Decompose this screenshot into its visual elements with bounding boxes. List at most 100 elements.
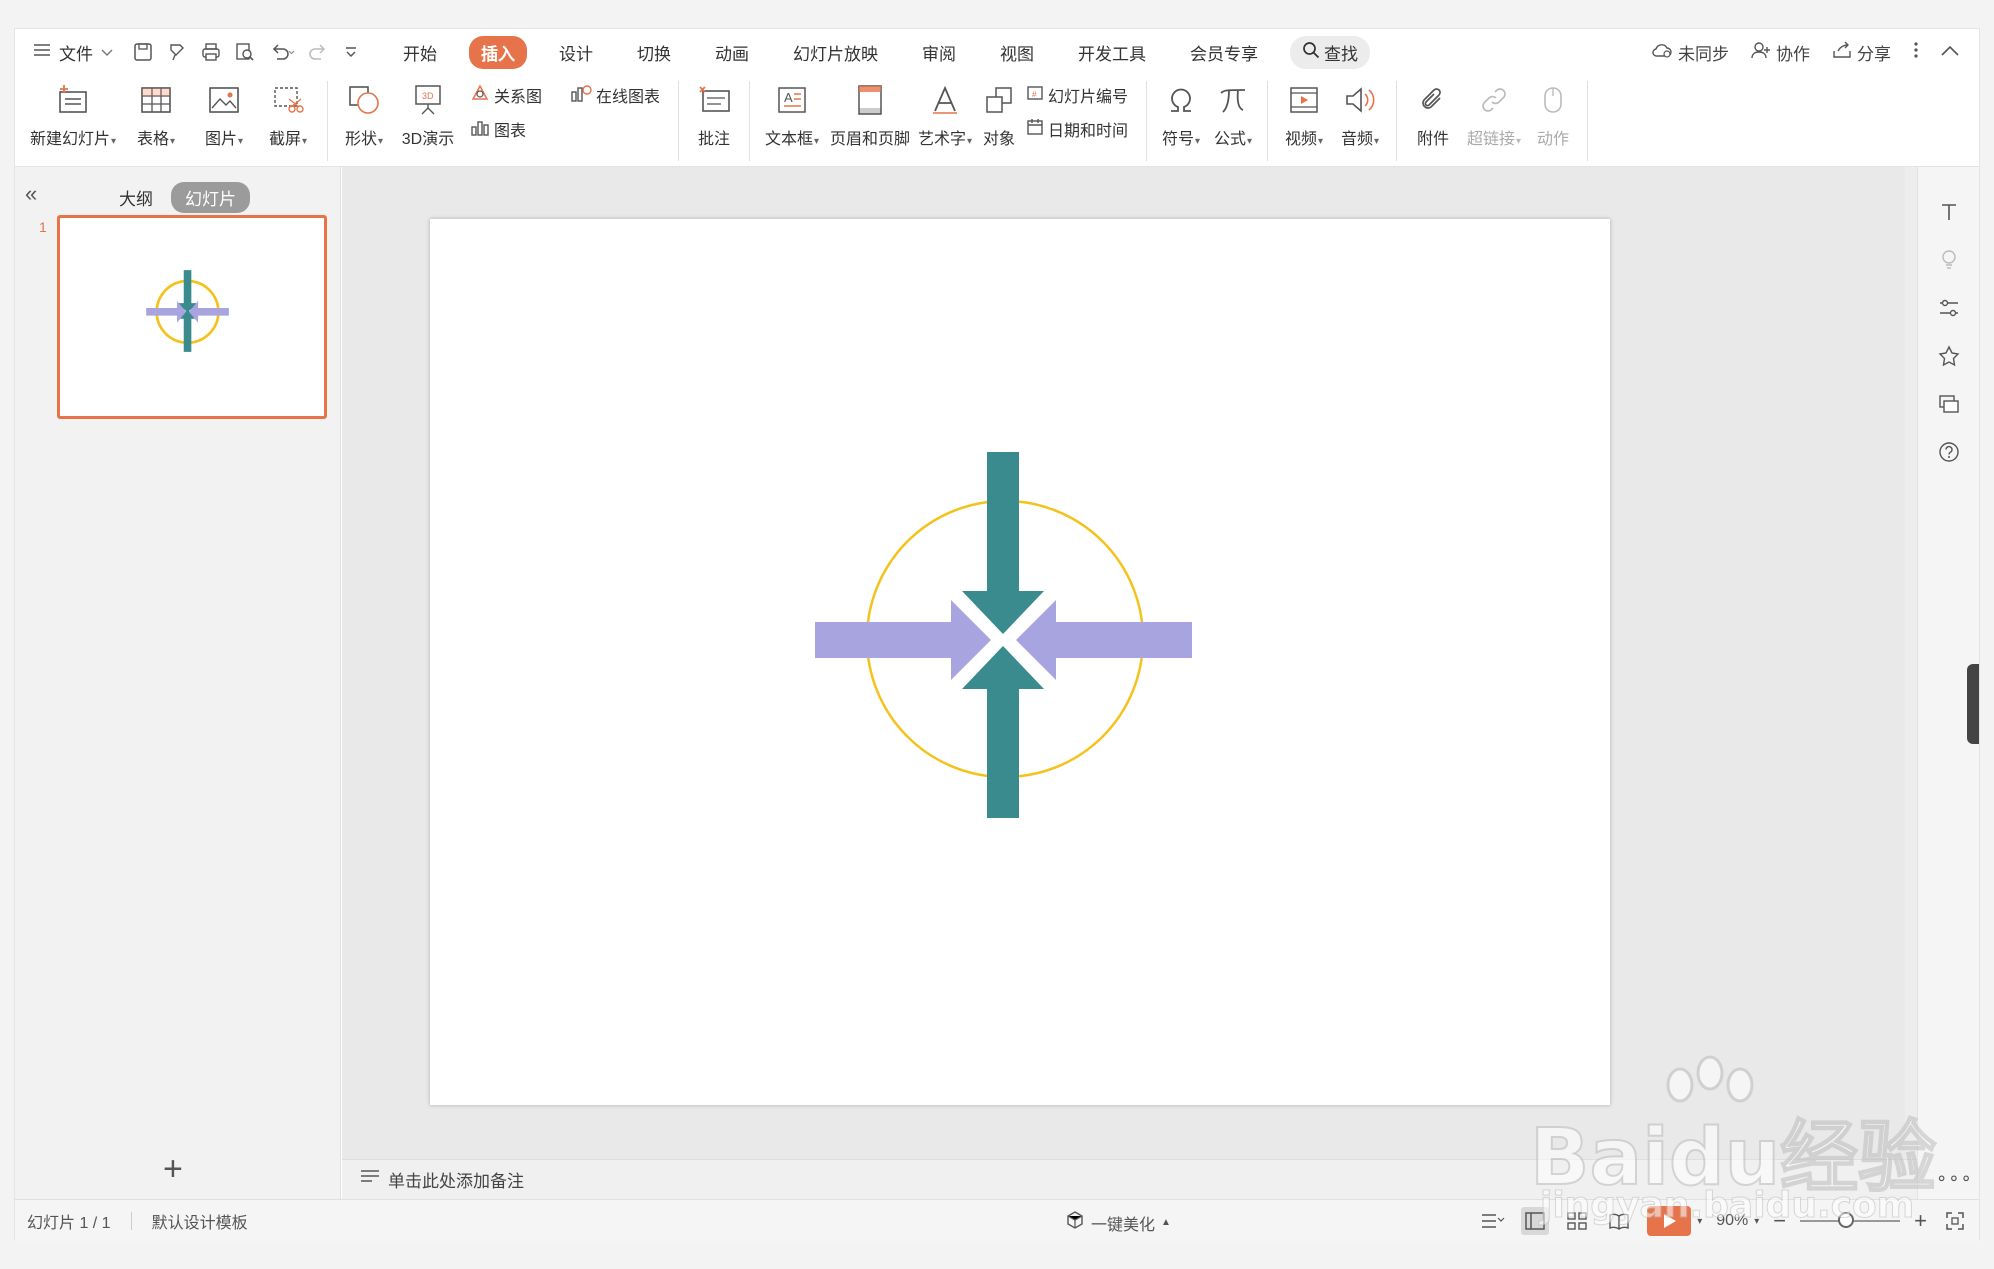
slide-sorter-view-icon[interactable] — [1563, 1207, 1591, 1235]
add-slide-icon[interactable]: + — [163, 1152, 183, 1186]
animation-star-icon[interactable] — [1936, 343, 1962, 369]
formula-button[interactable]: 公式▾ — [1207, 75, 1259, 167]
screenshot-button[interactable]: 截屏▾ — [257, 75, 319, 167]
online-chart-button[interactable]: 在线图表 — [570, 83, 670, 107]
tab-transitions[interactable]: 切换 — [625, 36, 683, 69]
ribbon-divider — [1267, 81, 1268, 161]
object-icon — [979, 81, 1019, 119]
relation-diagram-button[interactable]: 关系图 — [470, 83, 570, 107]
more-horizontal-icon[interactable]: ∘∘∘ — [1936, 1168, 1973, 1189]
diagram-group: 关系图 图表 — [470, 75, 570, 167]
audio-button[interactable]: 音频▾ — [1332, 75, 1388, 167]
wordart-button[interactable]: 艺术字▾ — [914, 75, 976, 167]
notes-icon — [360, 1169, 380, 1190]
screenshot-label: 截屏 — [268, 131, 301, 148]
fit-to-window-icon[interactable] — [1941, 1207, 1969, 1235]
zoom-slider[interactable] — [1800, 1212, 1901, 1228]
panel-header: « 大纲 幻灯片 — [15, 177, 340, 213]
format-painter-icon[interactable] — [167, 42, 187, 62]
tab-slideshow[interactable]: 幻灯片放映 — [781, 36, 890, 69]
zoom-in-icon[interactable]: + — [1914, 1208, 1927, 1234]
datetime-button[interactable]: 日期和时间 — [1026, 117, 1138, 141]
tab-insert[interactable]: 插入 — [469, 35, 527, 69]
chart-button[interactable]: 图表 — [470, 117, 570, 141]
action-button[interactable]: 动作 — [1527, 75, 1579, 167]
attachment-button[interactable]: 附件 — [1405, 75, 1461, 167]
normal-view-icon[interactable] — [1521, 1207, 1550, 1235]
tab-member[interactable]: 会员专享 — [1178, 36, 1270, 69]
zoom-level[interactable]: 90% — [1716, 1212, 1748, 1230]
calendar-icon — [1026, 118, 1044, 141]
textbox-button[interactable]: A 文本框▾ — [758, 75, 826, 167]
status-bar: 幻灯片 1 / 1 默认设计模板 一键美化 ▲ ▾ 90% ▾ − + — [15, 1199, 1979, 1241]
play-options-caret-icon[interactable]: ▾ — [1697, 1216, 1702, 1227]
text-format-icon[interactable] — [1936, 199, 1962, 225]
ribbon-divider — [678, 81, 679, 161]
3d-demo-label: 3D演示 — [401, 131, 455, 148]
tab-design[interactable]: 设计 — [547, 36, 605, 69]
help-icon[interactable] — [1936, 439, 1962, 465]
arrow-left-shape[interactable] — [1016, 600, 1192, 680]
share-icon — [1832, 41, 1852, 64]
tab-developer[interactable]: 开发工具 — [1066, 36, 1158, 69]
zoom-slider-knob[interactable] — [1838, 1212, 1855, 1228]
comment-button[interactable]: 批注 — [687, 75, 741, 167]
search-button[interactable]: 查找 — [1290, 35, 1370, 69]
print-preview-icon[interactable] — [235, 42, 255, 62]
tab-outline[interactable]: 大纲 — [119, 185, 153, 210]
hyperlink-button[interactable]: 超链接▾ — [1461, 75, 1527, 167]
shape-button[interactable]: 形状▾ — [336, 75, 392, 167]
share-button[interactable]: 分享 — [1832, 40, 1891, 65]
tab-home[interactable]: 开始 — [391, 36, 449, 69]
formula-label: 公式 — [1213, 131, 1246, 148]
zoom-out-icon[interactable]: − — [1773, 1208, 1786, 1234]
shape-icon — [344, 81, 384, 119]
template-status[interactable]: 默认设计模板 — [152, 1209, 248, 1233]
redo-icon[interactable] — [309, 42, 329, 62]
tab-review[interactable]: 审阅 — [910, 36, 968, 69]
zoom-level-caret-icon[interactable]: ▾ — [1754, 1216, 1759, 1227]
arrow-right-shape[interactable] — [815, 600, 991, 680]
tab-view[interactable]: 视图 — [988, 36, 1046, 69]
picture-icon — [204, 81, 244, 119]
save-icon[interactable] — [133, 42, 153, 62]
quick-access-toolbar — [133, 42, 359, 62]
print-icon[interactable] — [201, 42, 221, 62]
collaborate-button[interactable]: 协作 — [1751, 40, 1810, 65]
customize-toolbar-icon[interactable] — [343, 44, 359, 60]
one-click-beautify-button[interactable]: 一键美化 ▲ — [1065, 1210, 1171, 1235]
slide-transition-icon[interactable] — [1936, 391, 1962, 417]
lightbulb-icon[interactable] — [1936, 247, 1962, 273]
table-button[interactable]: 表格▾ — [121, 75, 191, 167]
notes-toggle-icon[interactable] — [1479, 1207, 1507, 1235]
header-footer-button[interactable]: 页眉和页脚 — [826, 75, 914, 167]
picture-button[interactable]: 图片▾ — [191, 75, 257, 167]
reading-view-icon[interactable] — [1605, 1207, 1633, 1235]
slide-thumbnail[interactable] — [57, 215, 327, 419]
undo-icon[interactable] — [269, 42, 295, 62]
more-vertical-icon[interactable] — [1913, 41, 1919, 64]
slide-number-button[interactable]: # 幻灯片编号 — [1026, 83, 1138, 107]
notes-input[interactable]: 单击此处添加备注 — [342, 1159, 1919, 1199]
play-slideshow-button[interactable] — [1647, 1206, 1692, 1236]
arrow-down-shape[interactable] — [962, 452, 1044, 634]
collapse-ribbon-icon[interactable] — [1941, 42, 1959, 62]
file-menu[interactable]: 文件 — [33, 40, 113, 65]
arrow-up-shape[interactable] — [962, 646, 1044, 818]
adjust-settings-icon[interactable] — [1936, 295, 1962, 321]
datetime-label: 日期和时间 — [1048, 123, 1129, 140]
sync-status-button[interactable]: 未同步 — [1651, 40, 1729, 65]
slide[interactable] — [430, 219, 1610, 1105]
object-button[interactable]: 对象 — [976, 75, 1022, 167]
side-panel-handle[interactable] — [1967, 664, 1979, 744]
symbol-button[interactable]: 符号▾ — [1155, 75, 1207, 167]
search-label: 查找 — [1324, 44, 1358, 64]
video-button[interactable]: 视频▾ — [1276, 75, 1332, 167]
chart-label: 图表 — [494, 123, 527, 140]
tab-animations[interactable]: 动画 — [703, 36, 761, 69]
3d-demo-button[interactable]: 3D 3D演示 — [392, 75, 464, 167]
collapse-panel-icon[interactable]: « — [25, 181, 37, 207]
new-slide-button[interactable]: 新建幻灯片▾ — [25, 75, 121, 167]
comment-icon — [694, 81, 734, 119]
tab-slides[interactable]: 幻灯片 — [171, 182, 250, 213]
